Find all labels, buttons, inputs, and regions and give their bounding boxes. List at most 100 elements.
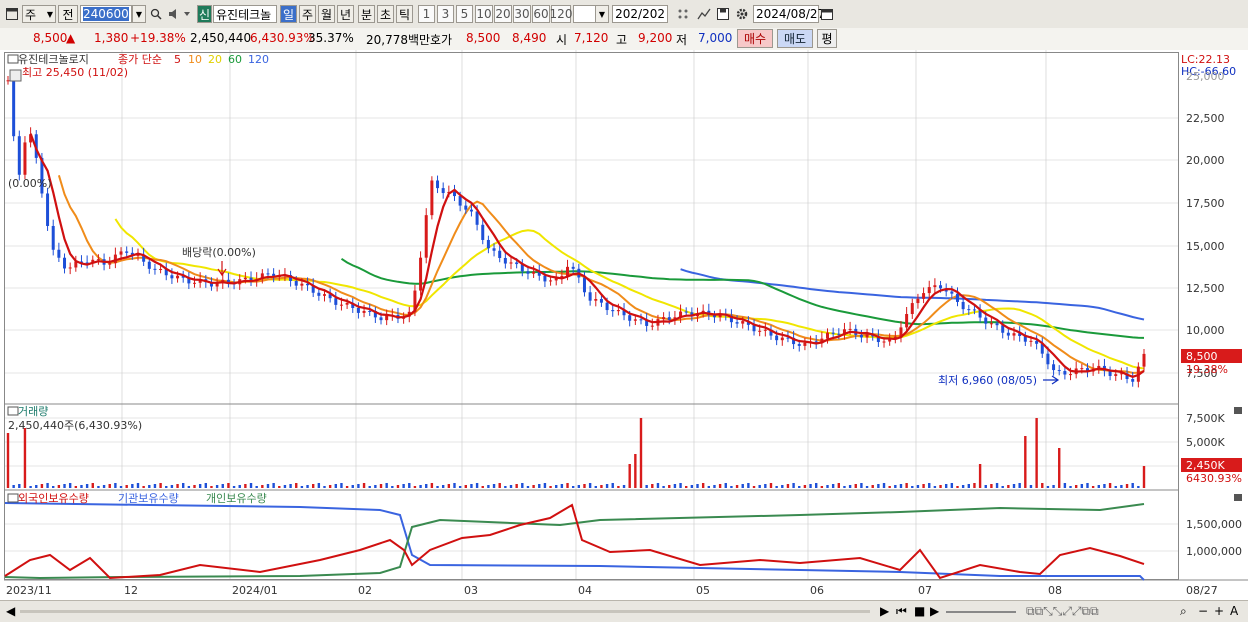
scroll-right-icon[interactable]: ▶ bbox=[880, 604, 889, 618]
interval-10[interactable]: 10 bbox=[475, 5, 493, 23]
interval-20[interactable]: 20 bbox=[494, 5, 512, 23]
first-icon[interactable]: ⏮ bbox=[896, 604, 907, 619]
zoom-icon[interactable]: ⌕ bbox=[1180, 604, 1187, 619]
volume-bar bbox=[1063, 483, 1067, 488]
volume-bar bbox=[385, 483, 388, 488]
volume-bar bbox=[668, 485, 671, 488]
zoom-slider[interactable] bbox=[946, 611, 1016, 613]
candle-body bbox=[458, 196, 462, 206]
candle-body bbox=[1131, 379, 1135, 382]
date-input[interactable]: 2024/08/27 bbox=[753, 5, 825, 23]
candle-body bbox=[826, 332, 830, 339]
code-dropdown[interactable]: ▼ bbox=[132, 5, 146, 23]
interval-60[interactable]: 60 bbox=[532, 5, 550, 23]
interval-120[interactable]: 120 bbox=[550, 5, 572, 23]
calculator-icon[interactable] bbox=[9, 69, 22, 82]
holding-pane-toggle-icon[interactable] bbox=[7, 493, 19, 503]
count-field[interactable]: 202/202 bbox=[612, 5, 668, 23]
interval-dropdown[interactable]: ▼ bbox=[595, 5, 609, 23]
interval-3[interactable]: 3 bbox=[437, 5, 454, 23]
stock-name-field[interactable]: 유진테크놀 bbox=[213, 5, 277, 23]
tab-minute[interactable]: 분 bbox=[358, 5, 375, 23]
volume-bar bbox=[447, 484, 451, 488]
candle-body bbox=[763, 329, 767, 331]
search-icon[interactable] bbox=[148, 5, 164, 23]
tab-second[interactable]: 초 bbox=[377, 5, 394, 23]
pane-toggle-icon[interactable] bbox=[7, 54, 19, 64]
play-icon[interactable]: ▶ bbox=[930, 604, 939, 618]
volume-bar bbox=[521, 483, 524, 488]
scrollbar-track[interactable] bbox=[20, 610, 870, 613]
chart-tool-icon[interactable] bbox=[696, 5, 712, 23]
gear-icon[interactable] bbox=[734, 5, 750, 23]
sell-button[interactable]: 매도 bbox=[777, 29, 813, 48]
volume-pane-close-icon[interactable] bbox=[1234, 407, 1242, 414]
volume-bar bbox=[80, 485, 83, 488]
volume-bar bbox=[594, 486, 597, 488]
bid-value: 8,500 bbox=[466, 31, 501, 45]
volume-bar bbox=[673, 484, 677, 488]
volume-bar bbox=[1131, 483, 1134, 488]
interval-5[interactable]: 5 bbox=[456, 5, 473, 23]
candle-body bbox=[526, 271, 530, 274]
volume-pane-toggle-icon[interactable] bbox=[7, 406, 19, 416]
stock-chart[interactable]: 유진테크놀로지 종가 단순 5 10 20 60 120 최고 25,450 (… bbox=[0, 50, 1248, 600]
volume-bar bbox=[854, 484, 857, 488]
dots-icon[interactable] bbox=[676, 5, 692, 23]
candle-body bbox=[96, 259, 100, 261]
stop-icon[interactable]: ■ bbox=[914, 604, 925, 618]
tab-year[interactable]: 년 bbox=[337, 5, 354, 23]
avg-button[interactable]: 평 bbox=[817, 29, 837, 48]
x-last-date: 08/27 bbox=[1186, 584, 1218, 597]
holding-pane-close-icon[interactable] bbox=[1234, 494, 1242, 501]
volume-bar bbox=[831, 484, 835, 488]
volume-bar bbox=[950, 483, 954, 488]
prev-button[interactable]: 전 bbox=[58, 5, 78, 23]
calendar-icon[interactable] bbox=[819, 5, 835, 23]
chart-footer: ◀ ▶ ⏮ ■ ▶ ⧉⧉⤡⤡⤢⤢⧉⧉ ⌕ − + A bbox=[0, 600, 1248, 622]
volume-bar bbox=[662, 486, 665, 488]
x-tick: 04 bbox=[578, 584, 592, 597]
volume-bar bbox=[391, 486, 394, 488]
tab-day[interactable]: 일 bbox=[280, 5, 297, 23]
window-icon[interactable] bbox=[4, 5, 20, 23]
volume-bar bbox=[193, 485, 196, 488]
candle-body bbox=[775, 335, 779, 341]
candle-body bbox=[803, 342, 807, 346]
tab-tick[interactable]: 틱 bbox=[396, 5, 413, 23]
tool-icons[interactable]: ⧉⧉⤡⤡⤢⤢⧉⧉ bbox=[1026, 604, 1099, 619]
price-tick: 22,500 bbox=[1186, 112, 1225, 125]
volume-bar bbox=[136, 483, 140, 488]
speaker-icon[interactable] bbox=[166, 5, 194, 23]
candle-body bbox=[63, 257, 67, 269]
zoom-in-icon[interactable]: + bbox=[1214, 604, 1224, 618]
volume-bar bbox=[617, 486, 620, 488]
candle-body bbox=[543, 275, 547, 282]
zoom-out-icon[interactable]: − bbox=[1198, 604, 1208, 618]
save-icon[interactable] bbox=[715, 5, 731, 23]
volume-bar bbox=[334, 484, 338, 488]
volume-bar bbox=[221, 484, 224, 488]
volume-bar bbox=[611, 483, 614, 488]
code-input[interactable]: 240600 bbox=[80, 5, 132, 23]
interval-1[interactable]: 1 bbox=[418, 5, 435, 23]
candle-body bbox=[662, 317, 666, 320]
volume-bar bbox=[837, 483, 841, 488]
x-tick: 2024/01 bbox=[232, 584, 278, 597]
tab-week[interactable]: 주 bbox=[299, 5, 316, 23]
candle-body bbox=[243, 277, 247, 280]
dividend-label: 배당락(0.00%) bbox=[182, 246, 256, 259]
volume-bar bbox=[187, 486, 191, 488]
volume-bar bbox=[142, 486, 145, 488]
tab-month[interactable]: 월 bbox=[318, 5, 335, 23]
buy-button[interactable]: 매수 bbox=[737, 29, 773, 48]
volume-bar bbox=[57, 485, 61, 488]
scroll-left-icon[interactable]: ◀ bbox=[6, 604, 15, 618]
font-size-icon[interactable]: A bbox=[1230, 604, 1238, 618]
candle-body bbox=[515, 262, 519, 265]
period-dropdown[interactable]: 주 ▼ bbox=[22, 5, 56, 23]
volume-bar bbox=[1024, 436, 1027, 488]
candle-body bbox=[125, 251, 129, 253]
volume-bar bbox=[741, 484, 744, 488]
interval-30[interactable]: 30 bbox=[513, 5, 531, 23]
